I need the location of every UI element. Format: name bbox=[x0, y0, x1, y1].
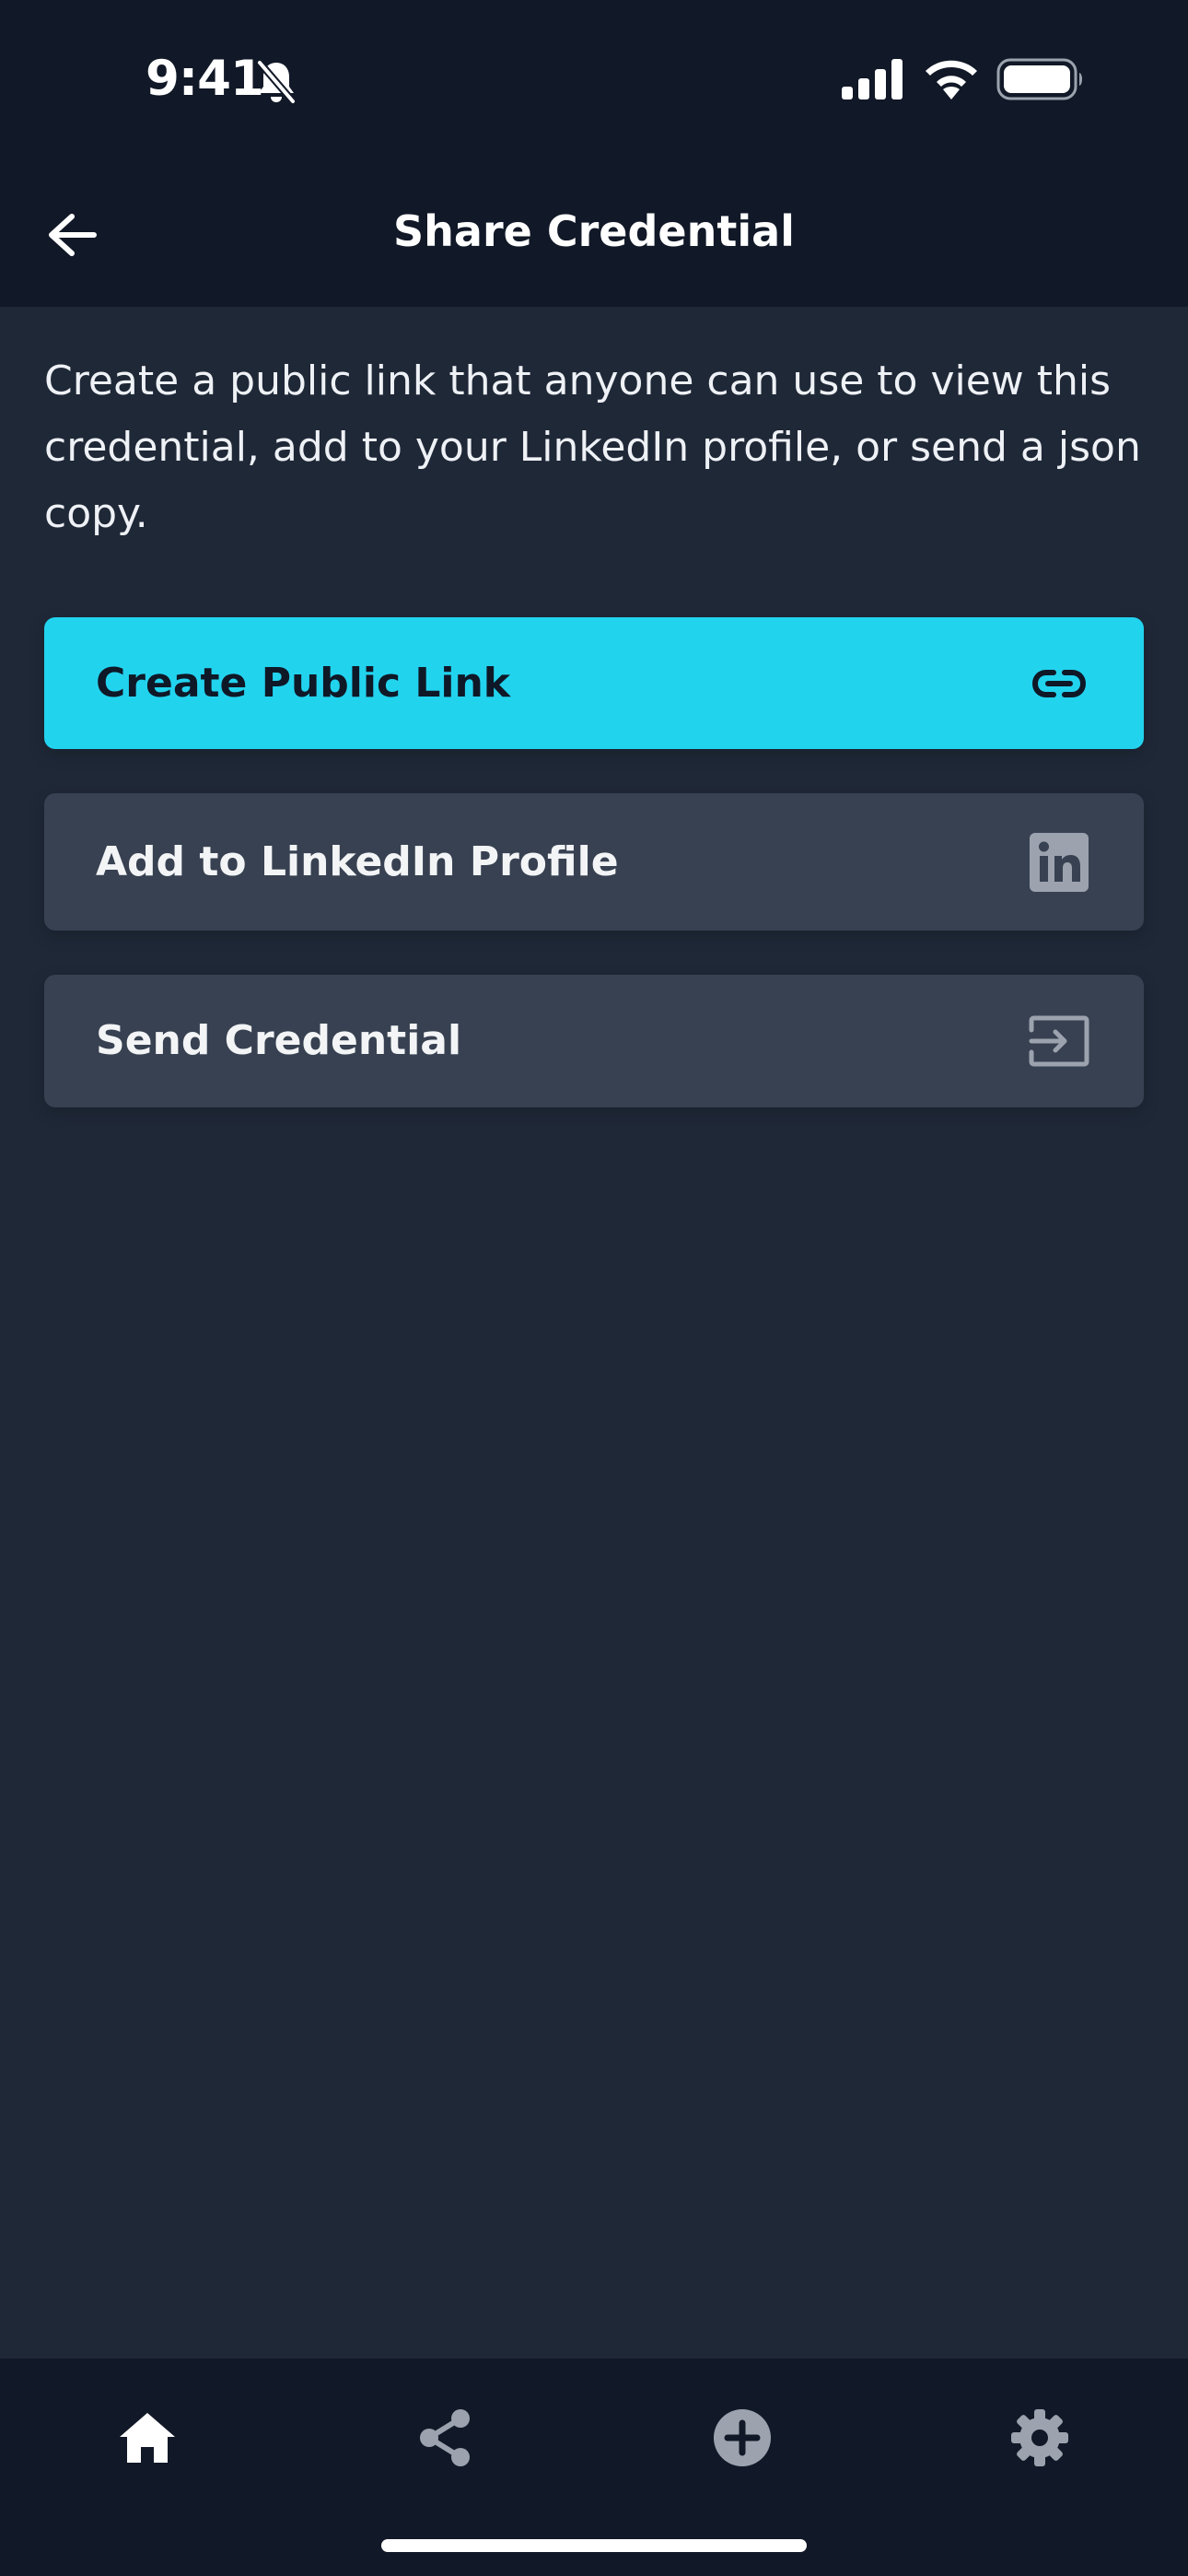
send-icon bbox=[1026, 1008, 1092, 1074]
tab-home[interactable] bbox=[101, 2392, 193, 2484]
battery-icon bbox=[996, 58, 1082, 100]
linkedin-icon bbox=[1026, 829, 1092, 896]
tab-add[interactable] bbox=[696, 2392, 788, 2484]
status-time: 9:41 bbox=[146, 51, 264, 107]
home-icon bbox=[120, 2413, 175, 2463]
status-bar: 9:41 bbox=[0, 0, 1188, 157]
send-credential-label: Send Credential bbox=[96, 1017, 462, 1064]
home-indicator bbox=[381, 2539, 807, 2552]
tab-settings[interactable] bbox=[994, 2392, 1086, 2484]
link-icon bbox=[1026, 650, 1092, 717]
bell-slash-icon bbox=[256, 59, 297, 105]
send-credential-button[interactable]: Send Credential bbox=[44, 975, 1144, 1107]
page-title: Share Credential bbox=[393, 206, 795, 256]
create-public-link-label: Create Public Link bbox=[96, 659, 511, 707]
share-icon bbox=[420, 2409, 470, 2466]
tab-share[interactable] bbox=[399, 2392, 491, 2484]
wifi-icon bbox=[926, 60, 977, 100]
share-description: Create a public link that anyone can use… bbox=[44, 357, 1141, 537]
gear-icon bbox=[1011, 2409, 1068, 2466]
add-to-linkedin-button[interactable]: Add to LinkedIn Profile bbox=[44, 793, 1144, 931]
nav-header: Share Credential bbox=[0, 180, 1188, 290]
cellular-signal-icon bbox=[842, 59, 903, 100]
add-to-linkedin-label: Add to LinkedIn Profile bbox=[96, 837, 619, 885]
create-public-link-button[interactable]: Create Public Link bbox=[44, 617, 1144, 749]
add-circle-icon bbox=[714, 2409, 771, 2466]
